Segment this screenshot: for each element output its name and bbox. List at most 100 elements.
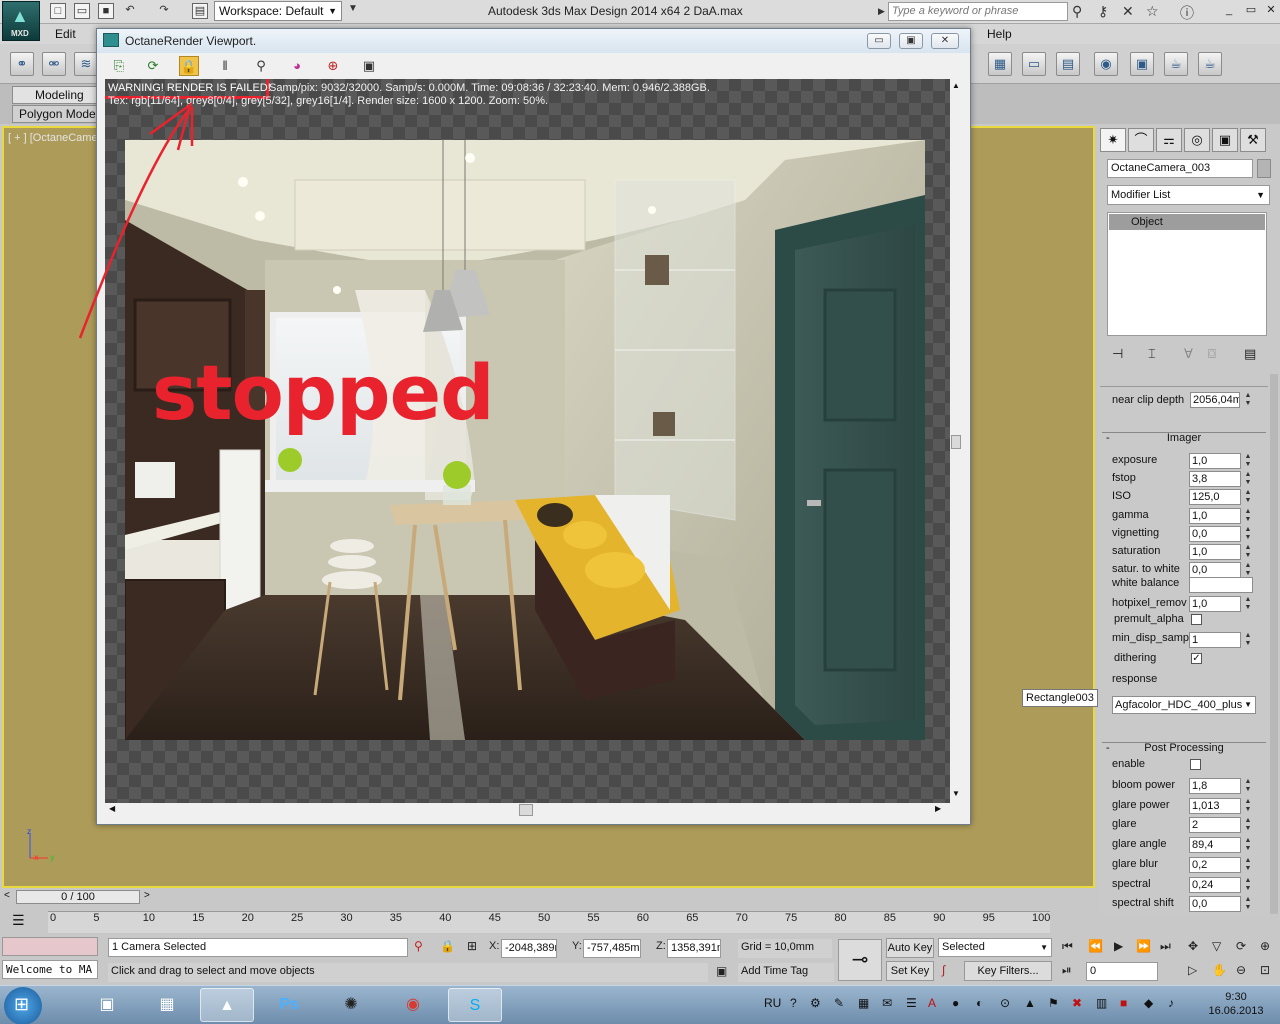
display-tab-icon[interactable]: ▣ — [1212, 128, 1238, 152]
imager-param-field[interactable]: 0,0 — [1189, 562, 1241, 578]
next-frame-icon[interactable]: ⏩ — [1136, 939, 1151, 953]
octane-restore-button[interactable]: ▣ — [899, 33, 923, 49]
rendered-frame-icon[interactable]: ▣ — [1130, 52, 1154, 76]
configure-sets-icon[interactable]: ▤ — [1244, 346, 1256, 362]
spinner-icon[interactable]: ▲ ▼ — [1243, 877, 1253, 893]
walkthrough-icon[interactable]: ⊖ — [1236, 963, 1246, 977]
maxscript-listener[interactable] — [2, 937, 98, 956]
dolly-icon[interactable]: ⊕ — [1260, 939, 1270, 953]
go-to-end-icon[interactable]: ⏭ — [1160, 939, 1171, 954]
imager-param-field[interactable]: 1,0 — [1189, 544, 1241, 560]
min-disp-field[interactable]: 1 — [1189, 632, 1241, 648]
object-color-swatch[interactable] — [1257, 159, 1271, 178]
task-octane-icon[interactable]: ✺ — [324, 988, 378, 1022]
acrobat-tray-icon[interactable]: A — [928, 996, 936, 1010]
hand-pan-icon[interactable]: ✋ — [1212, 963, 1227, 977]
set-key-mode-icon[interactable]: ⊸ — [838, 939, 882, 981]
pin-stack-icon[interactable]: ⊣ — [1112, 346, 1123, 362]
spinner-icon[interactable]: ▲ ▼ — [1243, 526, 1253, 542]
object-name-field[interactable]: OctaneCamera_003 — [1107, 159, 1253, 178]
open-file-icon[interactable]: ▭ — [74, 3, 90, 19]
chevron-up-icon[interactable]: ▲ — [952, 81, 960, 90]
stack-item-object[interactable]: Object — [1109, 214, 1265, 230]
key-tangent-icon[interactable]: ∫ — [942, 963, 945, 977]
key-icon[interactable]: ⚷ — [1098, 3, 1108, 20]
modifier-list-dropdown[interactable]: Modifier List ▼ — [1107, 185, 1270, 205]
post-param-field[interactable]: 89,4 — [1189, 837, 1241, 853]
chevron-right-icon[interactable]: > — [144, 890, 150, 901]
pan-icon[interactable]: ✥ — [1188, 939, 1198, 953]
isolate-icon[interactable]: ⚲ — [414, 939, 423, 953]
network-icon[interactable]: ▥ — [1096, 996, 1107, 1010]
new-file-icon[interactable]: □ — [50, 3, 66, 19]
tray-icon[interactable]: ◐ — [976, 996, 983, 1010]
task-calculator-icon[interactable]: ▦ — [140, 988, 194, 1022]
pause-render-icon[interactable]: ‖ — [215, 56, 235, 76]
bind-spacewarp-icon[interactable]: ≋ — [74, 52, 98, 76]
play-icon[interactable]: ▶ — [1114, 939, 1123, 953]
schematic-icon[interactable]: ▦ — [988, 52, 1012, 76]
create-tab-icon[interactable]: ✷ — [1100, 128, 1126, 152]
octane-title-bar[interactable]: OctaneRender Viewport. ▭ ▣ ✕ — [97, 29, 970, 53]
tab-polygon-modeling[interactable]: Polygon Mode — [12, 105, 98, 123]
go-to-start-icon[interactable]: ⏮ — [1062, 939, 1073, 954]
spinner-icon[interactable]: ▲ ▼ — [1243, 562, 1253, 578]
maximize-viewport-icon[interactable]: ⊡ — [1260, 963, 1270, 977]
remove-modifier-icon[interactable]: ⌼ — [1208, 346, 1216, 362]
add-time-tag[interactable]: Add Time Tag — [738, 963, 834, 982]
spinner-icon[interactable]: ▲ ▼ — [1243, 544, 1253, 560]
octane-vscroll-thumb[interactable] — [951, 435, 961, 449]
task-chrome-icon[interactable]: ◉ — [386, 988, 440, 1022]
orbit-icon[interactable]: ⟳ — [1236, 939, 1246, 953]
viewport-label[interactable]: [ + ] [OctaneCamer — [8, 132, 101, 144]
spinner-icon[interactable]: ▲ ▼ — [1243, 453, 1253, 469]
imager-param-field[interactable]: 3,8 — [1189, 471, 1241, 487]
spinner-icon[interactable]: ▲ ▼ — [1243, 817, 1253, 833]
tray-icon[interactable]: ▦ — [858, 996, 869, 1010]
language-indicator[interactable]: RU — [764, 996, 781, 1010]
chevron-right-icon[interactable]: ▶ — [935, 804, 941, 813]
post-processing-rollout[interactable]: - Post Processing — [1102, 742, 1266, 756]
tray-icon[interactable]: ● — [952, 996, 959, 1010]
volume-icon[interactable]: ♪ — [1168, 996, 1174, 1010]
z-coordinate-field[interactable]: 1358,391m — [667, 939, 721, 958]
color-picker-icon[interactable]: ◕ — [287, 56, 307, 76]
near-clip-field[interactable]: 2056,04m — [1190, 392, 1240, 408]
command-panel-scrollbar[interactable] — [1270, 374, 1278, 914]
post-param-field[interactable]: 2 — [1189, 817, 1241, 833]
utilities-tab-icon[interactable]: ⚒ — [1240, 128, 1266, 152]
spinner-icon[interactable]: ▲ ▼ — [1243, 896, 1253, 912]
octane-hscroll-thumb[interactable] — [519, 804, 533, 816]
octane-close-button[interactable]: ✕ — [931, 33, 959, 49]
restore-button[interactable]: ▭ — [1240, 3, 1262, 19]
hotpixel-field[interactable]: 1,0 — [1189, 596, 1241, 612]
focus-picker-icon[interactable]: ⚲ — [251, 56, 271, 76]
dithering-checkbox[interactable]: ✓ — [1191, 653, 1202, 664]
render-iterative-icon[interactable]: ☕ — [1198, 52, 1222, 76]
spinner-icon[interactable]: ▲ ▼ — [1243, 392, 1253, 408]
octane-render-view[interactable]: WARNING! RENDER IS FAILED! Samp/pix: 903… — [105, 79, 962, 803]
curve-editor-icon[interactable]: ▭ — [1022, 52, 1046, 76]
imager-param-field[interactable]: 0,0 — [1189, 526, 1241, 542]
imager-param-field[interactable]: 1,0 — [1189, 508, 1241, 524]
premult-checkbox[interactable] — [1191, 614, 1202, 625]
chevron-down-icon[interactable]: ▼ — [952, 789, 960, 798]
post-param-field[interactable]: 1,013 — [1189, 798, 1241, 814]
spinner-icon[interactable]: ▲ ▼ — [1243, 798, 1253, 814]
modifier-stack[interactable]: Object — [1107, 212, 1267, 336]
post-param-field[interactable]: 1,8 — [1189, 778, 1241, 794]
key-mode-icon[interactable]: ⏯ — [1062, 963, 1072, 978]
restart-render-icon[interactable]: ⟳ — [143, 56, 163, 76]
imager-rollout[interactable]: - Imager — [1102, 432, 1266, 446]
truck-icon[interactable]: ▷ — [1188, 963, 1197, 977]
tab-modeling[interactable]: Modeling — [12, 86, 98, 104]
material-editor-icon[interactable]: ◉ — [1094, 52, 1118, 76]
spinner-icon[interactable]: ▲ ▼ — [1243, 489, 1253, 505]
app-logo[interactable]: ▲ MXD — [2, 1, 40, 41]
tray-icon[interactable]: ⊙ — [1000, 996, 1010, 1010]
track-ruler[interactable]: 0 5 10 15 20 25 30 35 40 45 50 55 60 65 70 75 80 85 90 95 10… — [48, 911, 1050, 933]
tray-icon[interactable]: ◆ — [1144, 996, 1153, 1010]
undo-icon[interactable]: ↶ — [122, 3, 138, 19]
tray-icon[interactable]: ✉ — [882, 996, 892, 1010]
tray-icon[interactable]: ✖ — [1072, 996, 1082, 1010]
